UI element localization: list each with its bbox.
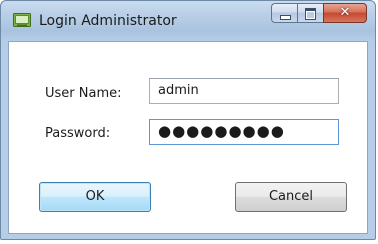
minimize-icon	[280, 15, 291, 20]
caption-buttons: ✕	[271, 3, 367, 25]
password-label: Password:	[45, 126, 111, 141]
close-button[interactable]: ✕	[323, 3, 367, 23]
ok-button[interactable]: OK	[39, 182, 151, 212]
cancel-button[interactable]: Cancel	[235, 182, 347, 212]
minimize-button[interactable]	[271, 3, 297, 23]
login-app-icon	[13, 13, 31, 27]
username-label: User Name:	[45, 86, 122, 101]
username-input[interactable]: admin	[149, 78, 339, 104]
title-bar[interactable]: Login Administrator ✕	[1, 1, 375, 41]
login-dialog-window: Login Administrator ✕ User Name: admin P…	[0, 0, 376, 240]
maximize-button[interactable]	[297, 3, 323, 23]
window-title: Login Administrator	[39, 13, 177, 29]
dialog-body: User Name: admin Password: ●●●●●●●●● OK …	[8, 41, 368, 234]
maximize-icon	[305, 8, 316, 20]
password-input[interactable]: ●●●●●●●●●	[149, 119, 339, 145]
close-icon: ✕	[339, 5, 351, 20]
